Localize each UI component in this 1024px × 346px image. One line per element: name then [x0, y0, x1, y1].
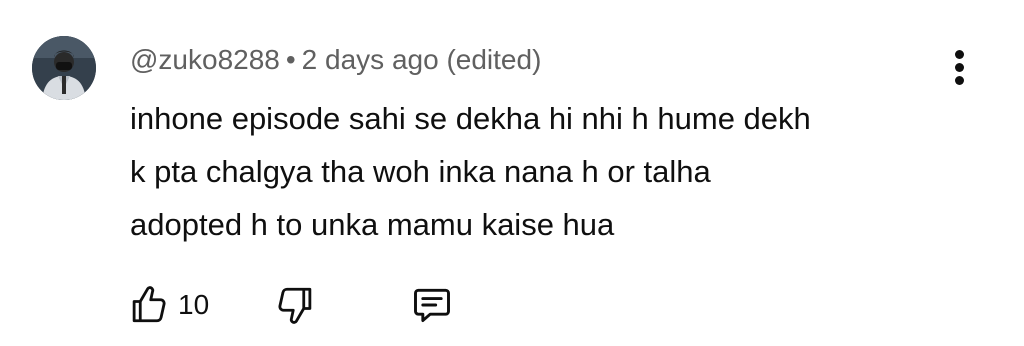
- comment-timestamp[interactable]: 2 days ago: [302, 44, 439, 75]
- dislike-button[interactable]: [274, 280, 316, 330]
- like-count: 10: [178, 289, 210, 320]
- comment-meta: @zuko8288 • 2 days ago (edited): [130, 42, 541, 78]
- meta-separator: •: [285, 44, 296, 75]
- like-button[interactable]: 10: [128, 280, 209, 330]
- edited-label: (edited): [446, 44, 542, 75]
- comment-text-line: adopted h to unka mamu kaise hua: [130, 207, 615, 242]
- more-vert-icon-dot-middle: [955, 63, 964, 72]
- more-vert-icon-dot-bottom: [955, 76, 964, 85]
- more-options-button[interactable]: [944, 46, 976, 90]
- thumbs-down-icon: [278, 287, 312, 324]
- comment-text: inhone episode sahi se dekha hi nhi h hu…: [130, 92, 960, 251]
- thumbs-up-icon: [132, 286, 166, 323]
- avatar-icon: [32, 36, 96, 100]
- more-vert-icon-dot-top: [955, 50, 964, 59]
- author-handle[interactable]: @zuko8288: [130, 44, 280, 75]
- author-avatar[interactable]: [32, 36, 96, 100]
- reply-button[interactable]: [410, 280, 454, 330]
- comment-text-line: inhone episode sahi se dekha hi nhi h hu…: [130, 101, 811, 136]
- comment-card: @zuko8288 • 2 days ago (edited) inhone epi…: [0, 0, 1024, 346]
- comment-reply-icon: [414, 288, 450, 323]
- comment-text-line: k pta chalgya tha woh inka nana h or tal…: [130, 154, 711, 189]
